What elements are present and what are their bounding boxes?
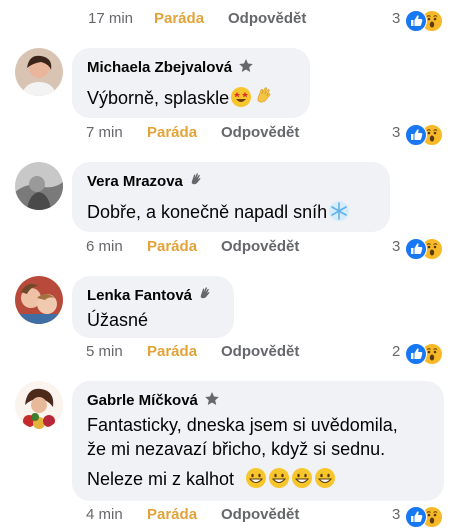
comment-time[interactable]: 4 min xyxy=(86,506,123,523)
comment-time[interactable]: 17 min xyxy=(88,10,133,27)
comment-text: Výborně, splaskle xyxy=(87,86,275,114)
comment-text-content: Dobře, a konečně napadl sníh xyxy=(87,202,328,222)
reply-button[interactable]: Odpovědět xyxy=(221,238,299,255)
avatar[interactable] xyxy=(15,276,63,324)
grinning-face-emoji-icon xyxy=(268,467,290,495)
grinning-face-emoji-icon xyxy=(314,467,336,495)
avatar[interactable] xyxy=(15,162,63,210)
reaction-icons[interactable] xyxy=(405,124,445,146)
author-name[interactable]: Gabrle Míčková xyxy=(87,392,198,409)
author-name[interactable]: Lenka Fantová xyxy=(87,287,192,304)
avatar[interactable] xyxy=(15,381,63,429)
reaction-icons[interactable] xyxy=(405,10,445,32)
reply-button[interactable]: Odpovědět xyxy=(221,506,299,523)
reply-button[interactable]: Odpovědět xyxy=(221,343,299,360)
comment-bubble: Gabrle Míčková Fantasticky, dneska jsem … xyxy=(72,381,444,501)
comment-text-content: Výborně, splaskle xyxy=(87,88,230,108)
comment-author[interactable]: Gabrle Míčková xyxy=(87,391,220,411)
reaction-count[interactable]: 3 xyxy=(392,238,400,255)
author-name[interactable]: Michaela Zbejvalová xyxy=(87,59,232,76)
comment-author[interactable]: Lenka Fantová xyxy=(87,286,214,306)
comment-time[interactable]: 6 min xyxy=(86,238,123,255)
comment-actions-row: 5 min Paráda Odpovědět 2 xyxy=(0,343,461,365)
author-name[interactable]: Vera Mrazova xyxy=(87,173,183,190)
comment-text-line: že mi nezavazí břicho, když si sednu. xyxy=(87,439,386,459)
waving-hand-emoji-icon xyxy=(253,86,275,114)
star-badge-icon xyxy=(204,391,220,411)
comment-actions-row: 6 min Paráda Odpovědět 3 xyxy=(0,238,461,260)
like-reaction-icon xyxy=(405,506,427,528)
comment-text-line: Neleze mi z kalhot xyxy=(87,467,336,495)
comment-actions-row: 4 min Paráda Odpovědět 3 xyxy=(0,506,461,528)
like-reaction-icon xyxy=(405,343,427,365)
comment-actions-row: 17 min Paráda Odpovědět 3 xyxy=(0,10,461,32)
reaction-icons[interactable] xyxy=(405,238,445,260)
reaction-count[interactable]: 3 xyxy=(392,506,400,523)
react-button[interactable]: Paráda xyxy=(147,343,197,360)
reaction-count[interactable]: 3 xyxy=(392,10,400,27)
star-struck-emoji-icon xyxy=(230,86,252,114)
react-button[interactable]: Paráda xyxy=(147,124,197,141)
comment-author[interactable]: Michaela Zbejvalová xyxy=(87,58,254,78)
wave-badge-icon xyxy=(198,286,214,306)
comment-bubble: Lenka Fantová Úžasné xyxy=(72,276,234,338)
comment-text-content: Neleze mi z kalhot xyxy=(87,469,235,489)
comment-text: Dobře, a konečně napadl sníh xyxy=(87,200,350,228)
wave-badge-icon xyxy=(189,172,205,192)
comment-bubble: Michaela Zbejvalová Výborně, splaskle xyxy=(72,48,310,118)
react-button[interactable]: Paráda xyxy=(147,506,197,523)
grinning-face-emoji-icon xyxy=(291,467,313,495)
reaction-icons[interactable] xyxy=(405,343,445,365)
like-reaction-icon xyxy=(405,10,427,32)
comment-time[interactable]: 7 min xyxy=(86,124,123,141)
like-reaction-icon xyxy=(405,124,427,146)
comment-actions-row: 7 min Paráda Odpovědět 3 xyxy=(0,124,461,146)
star-badge-icon xyxy=(238,58,254,78)
grinning-face-emoji-icon xyxy=(245,467,267,495)
reply-button[interactable]: Odpovědět xyxy=(228,10,306,27)
comment-text: Úžasné xyxy=(87,310,149,330)
snowflake-emoji-icon xyxy=(328,200,350,228)
reaction-count[interactable]: 3 xyxy=(392,124,400,141)
like-reaction-icon xyxy=(405,238,427,260)
reaction-icons[interactable] xyxy=(405,506,445,528)
comment-author[interactable]: Vera Mrazova xyxy=(87,172,205,192)
react-button[interactable]: Paráda xyxy=(154,10,204,27)
reaction-count[interactable]: 2 xyxy=(392,343,400,360)
react-button[interactable]: Paráda xyxy=(147,238,197,255)
comment-time[interactable]: 5 min xyxy=(86,343,123,360)
avatar[interactable] xyxy=(15,48,63,96)
reply-button[interactable]: Odpovědět xyxy=(221,124,299,141)
comment-bubble: Vera Mrazova Dobře, a konečně napadl sní… xyxy=(72,162,390,232)
comment-text-line: Fantasticky, dneska jsem si uvědomila, xyxy=(87,415,398,435)
